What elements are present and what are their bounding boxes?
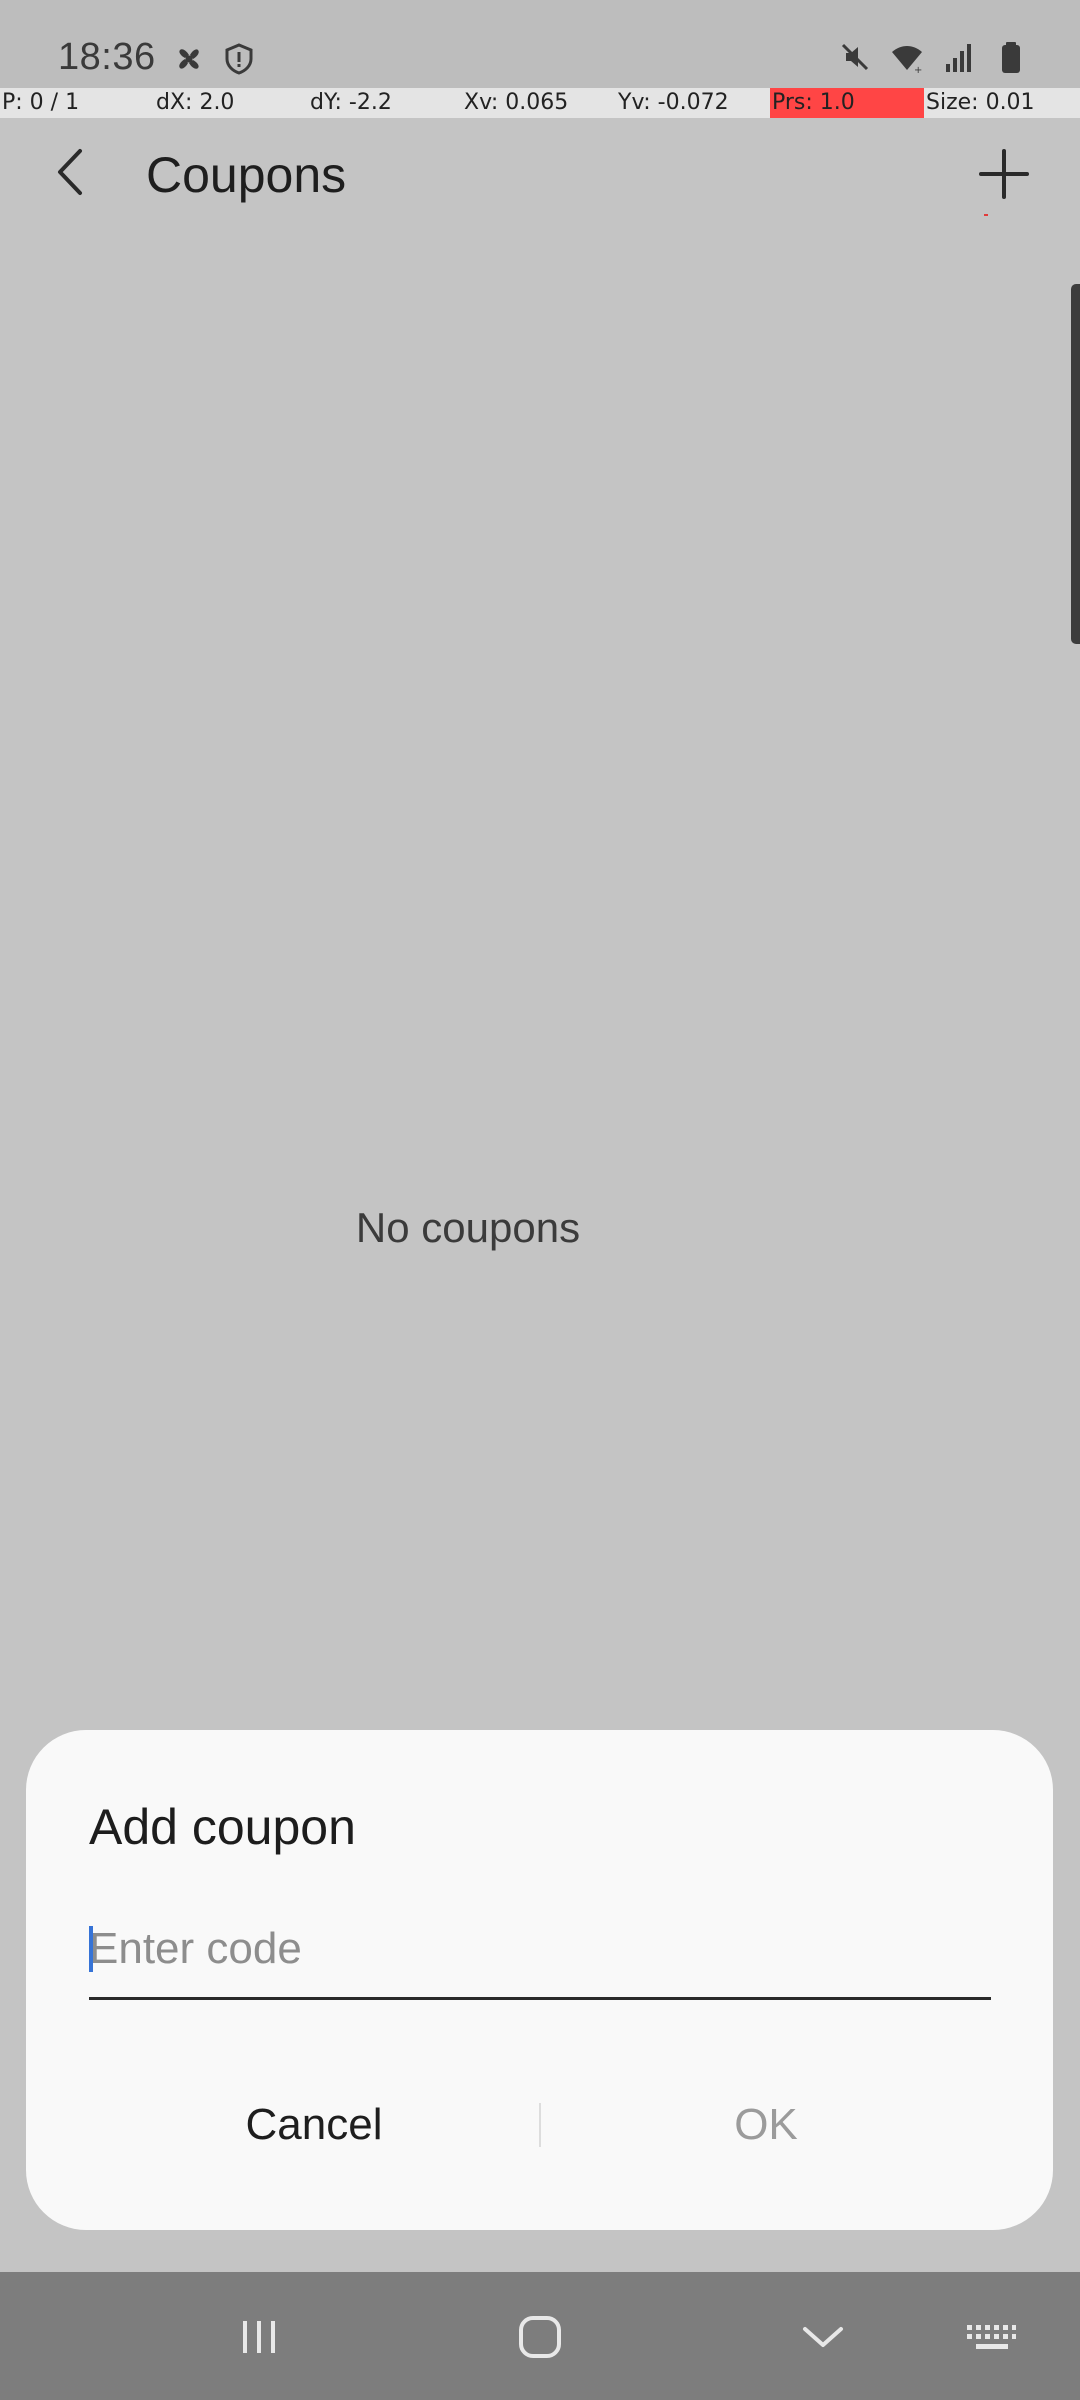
add-coupon-dialog: Add coupon Cancel OK	[26, 1730, 1053, 2230]
keyboard-icon	[967, 2325, 1016, 2349]
keyboard-switch-button[interactable]	[956, 2302, 1026, 2372]
signal-icon	[946, 44, 971, 72]
empty-state-message: No coupons	[355, 1204, 581, 1251]
dialog-actions: Cancel OK	[89, 2080, 991, 2170]
fan-icon	[179, 49, 199, 69]
debug-dy: dY: -2.2	[310, 90, 392, 115]
debug-xv: Xv: 0.065	[464, 90, 569, 115]
hide-keyboard-button[interactable]	[788, 2302, 858, 2372]
navigation-bar	[0, 2272, 1080, 2400]
debug-pressure: Prs: 1.0	[770, 88, 924, 118]
scrollbar[interactable]	[1071, 284, 1080, 644]
touch-trace-dot	[984, 214, 988, 216]
debug-yv: Yv: -0.072	[618, 90, 729, 115]
pointer-debug-overlay: P: 0 / 1 dX: 2.0 dY: -2.2 Xv: 0.065 Yv: …	[0, 88, 1080, 118]
add-coupon-button[interactable]	[968, 138, 1040, 210]
wifi-icon: +	[892, 46, 922, 74]
coupon-code-input[interactable]	[89, 1918, 991, 1980]
shield-alert-icon	[225, 43, 253, 75]
dialog-title: Add coupon	[89, 1799, 356, 1855]
debug-pointer: P: 0 / 1	[2, 90, 80, 115]
page-title: Coupons	[146, 147, 347, 203]
back-button[interactable]	[40, 140, 104, 204]
plus-icon	[979, 149, 1029, 199]
status-time: 18:36	[58, 36, 156, 78]
app-bar: Coupons	[0, 118, 1080, 240]
back-arrow-icon	[58, 149, 82, 195]
recents-button[interactable]	[224, 2302, 294, 2372]
recents-icon	[243, 2321, 275, 2353]
debug-size: Size: 0.01	[926, 90, 1035, 115]
status-bar: 18:36 +	[0, 0, 1080, 88]
ok-button[interactable]: OK	[541, 2080, 991, 2170]
status-right-icons: +	[838, 40, 1028, 74]
home-icon	[519, 2316, 561, 2358]
mute-icon	[841, 43, 869, 71]
home-button[interactable]	[505, 2302, 575, 2372]
coupon-code-field[interactable]	[89, 1918, 991, 2000]
debug-dx: dX: 2.0	[156, 90, 235, 115]
cancel-button[interactable]: Cancel	[89, 2080, 539, 2170]
text-caret	[89, 1926, 93, 1972]
svg-text:+: +	[914, 65, 922, 74]
hide-keyboard-icon	[803, 2327, 843, 2347]
status-left-icons	[172, 42, 256, 76]
battery-icon	[1002, 42, 1020, 73]
